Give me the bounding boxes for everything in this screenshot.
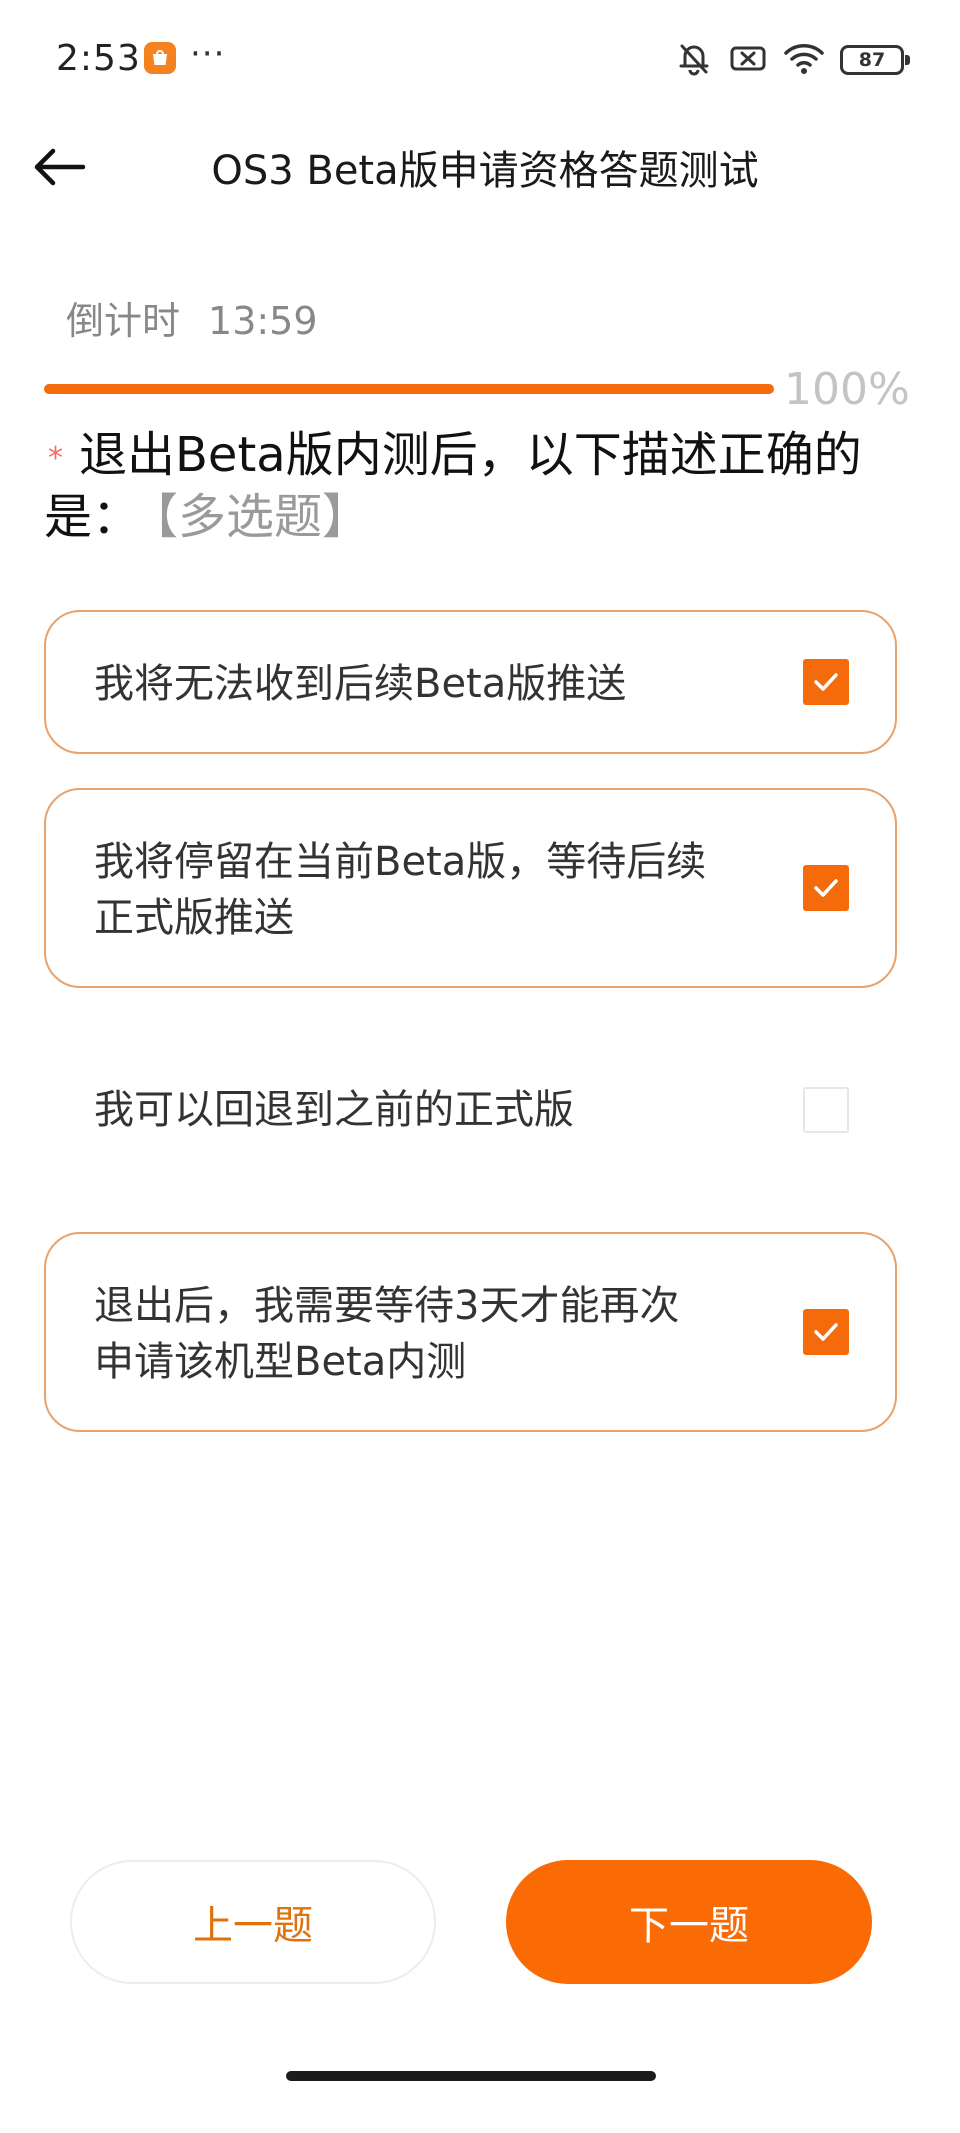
check-icon [814,1323,838,1341]
option-checkbox[interactable] [803,865,849,911]
countdown-time: 13:59 [208,299,318,343]
option-label: 我将无法收到后续Beta版推送 [94,661,627,707]
countdown-timer: 倒计时 13:59 [66,290,318,345]
option-checkbox[interactable] [803,1309,849,1355]
battery-icon: 87 [840,45,910,75]
option-label: 我将停留在当前Beta版，等待后续正式版推送 [94,839,707,941]
home-indicator[interactable] [286,2071,656,2081]
option-1[interactable]: 我将无法收到后续Beta版推送 [44,610,897,754]
app-notification-icon [144,42,176,74]
more-notifications-icon: ··· [190,34,226,74]
option-label: 我可以回退到之前的正式版 [94,1087,574,1133]
status-time: 2:53 [56,38,141,79]
screen-record-icon [728,38,768,82]
option-label: 退出后，我需要等待3天才能再次申请该机型Beta内测 [94,1283,680,1385]
option-checkbox[interactable] [803,1087,849,1133]
header: OS3 Beta版申请资格答题测试 [0,120,960,210]
countdown-label: 倒计时 [66,299,181,343]
page-title: OS3 Beta版申请资格答题测试 [211,148,759,194]
question-text: * 退出Beta版内测后，以下描述正确的是： 【多选题】 [44,424,894,548]
option-2[interactable]: 我将停留在当前Beta版，等待后续正式版推送 [44,788,897,988]
question-type: 【多选题】 [154,489,371,545]
status-bar: 2:53 ··· 87 [0,0,960,120]
progress-percent: 100% [784,364,910,415]
status-icons: 87 [674,38,910,82]
option-4[interactable]: 退出后，我需要等待3天才能再次申请该机型Beta内测 [44,1232,897,1432]
option-3[interactable]: 我可以回退到之前的正式版 [44,1022,897,1198]
check-icon [814,879,838,897]
required-mark: * [48,441,63,476]
wifi-icon [782,38,826,82]
previous-question-button[interactable]: 上一题 [70,1860,436,1984]
progress-fill [44,384,774,394]
progress-bar [44,384,774,394]
mute-bell-icon [674,38,714,82]
check-icon [814,673,838,691]
options-list: 我将无法收到后续Beta版推送 我将停留在当前Beta版，等待后续正式版推送 我… [44,610,897,1466]
option-checkbox[interactable] [803,659,849,705]
next-question-button[interactable]: 下一题 [506,1860,872,1984]
